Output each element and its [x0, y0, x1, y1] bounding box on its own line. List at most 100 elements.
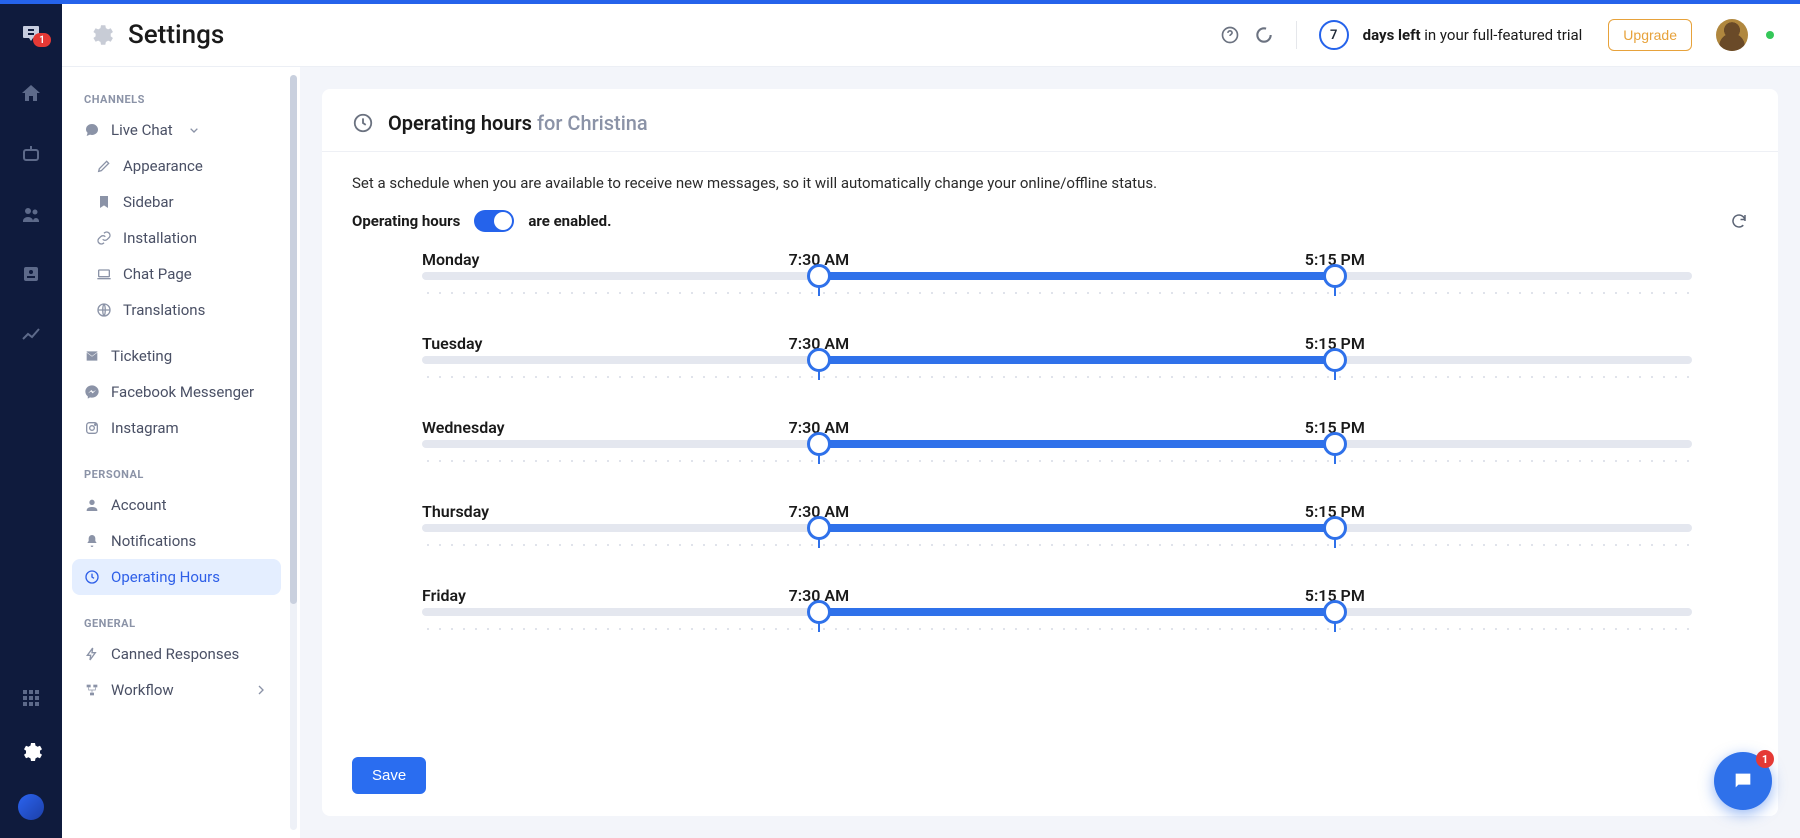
save-button[interactable]: Save: [352, 757, 426, 794]
sidebar-item-label: Account: [111, 496, 167, 514]
slider-handle-start[interactable]: [807, 264, 831, 288]
toggle-suffix: are enabled.: [528, 212, 611, 230]
clock-icon: [84, 569, 100, 585]
status-indicator: [1766, 31, 1774, 39]
sidebar-item-chat-page[interactable]: Chat Page: [72, 256, 281, 292]
brand-logo[interactable]: [18, 794, 44, 820]
globe-icon: [96, 302, 112, 318]
day-row: Friday 7:30 AM 5:15 PM: [422, 586, 1692, 632]
analytics-icon[interactable]: [19, 322, 43, 346]
sidebar-item-appearance[interactable]: Appearance: [72, 148, 281, 184]
schedule: Monday 7:30 AM 5:15 PM Tuesday 7:30 AM 5…: [352, 242, 1748, 632]
instagram-icon: [84, 420, 100, 436]
sidebar-item-label: Operating Hours: [111, 568, 220, 586]
messenger-icon: [84, 384, 100, 400]
slider-handle-end[interactable]: [1323, 600, 1347, 624]
time-slider[interactable]: [422, 524, 1692, 532]
toggle-label: Operating hours: [352, 212, 460, 230]
id-icon[interactable]: [19, 262, 43, 286]
card-description: Set a schedule when you are available to…: [352, 174, 1748, 192]
sidebar-item-label: Facebook Messenger: [111, 383, 254, 401]
time-slider[interactable]: [422, 272, 1692, 280]
gear-icon: [88, 22, 114, 48]
chat-fab[interactable]: 1: [1714, 752, 1772, 810]
day-row: Tuesday 7:30 AM 5:15 PM: [422, 334, 1692, 380]
home-icon[interactable]: [19, 82, 43, 106]
laptop-icon: [96, 266, 112, 282]
day-name: Friday: [422, 586, 466, 605]
app-root: 1: [0, 4, 1800, 838]
card-header: Operating hours for Christina: [322, 89, 1778, 152]
sidebar-item-installation[interactable]: Installation: [72, 220, 281, 256]
slider-ticks: [422, 622, 1692, 632]
sidebar-head-personal: PERSONAL: [72, 460, 281, 487]
help-icon[interactable]: [1220, 25, 1240, 45]
refresh-icon[interactable]: [1730, 212, 1748, 230]
sidebar-item-label: Workflow: [111, 681, 174, 699]
apps-icon[interactable]: [19, 686, 43, 710]
sidebar-item-workflow[interactable]: Workflow: [72, 672, 281, 708]
day-row: Monday 7:30 AM 5:15 PM: [422, 250, 1692, 296]
content: Operating hours for Christina Set a sche…: [300, 67, 1800, 838]
upgrade-button[interactable]: Upgrade: [1608, 19, 1692, 51]
slider-handle-start[interactable]: [807, 432, 831, 456]
sidebar-item-label: Installation: [123, 229, 197, 247]
bookmark-icon: [96, 194, 112, 210]
contacts-icon[interactable]: [19, 202, 43, 226]
slider-handle-start[interactable]: [807, 516, 831, 540]
slider-handle-start[interactable]: [807, 600, 831, 624]
bolt-icon: [84, 646, 100, 662]
day-row: Thursday 7:30 AM 5:15 PM: [422, 502, 1692, 548]
sidebar-item-label: Canned Responses: [111, 645, 239, 663]
slider-ticks: [422, 538, 1692, 548]
toggle-operating-hours[interactable]: [474, 210, 514, 232]
sidebar-item-canned[interactable]: Canned Responses: [72, 636, 281, 672]
bot-icon[interactable]: [19, 142, 43, 166]
sidebar-item-facebook[interactable]: Facebook Messenger: [72, 374, 281, 410]
inbox-badge: 1: [33, 33, 51, 47]
card-title: Operating hours for Christina: [388, 111, 648, 135]
day-name: Tuesday: [422, 334, 482, 353]
slider-handle-start[interactable]: [807, 348, 831, 372]
time-slider[interactable]: [422, 356, 1692, 364]
sidebar-item-operating-hours[interactable]: Operating Hours: [72, 559, 281, 595]
page-title: Settings: [128, 20, 224, 50]
time-slider[interactable]: [422, 440, 1692, 448]
trial-days-badge: 7: [1319, 20, 1349, 50]
avatar[interactable]: [1716, 19, 1748, 51]
sidebar-item-live-chat[interactable]: Live Chat: [72, 112, 281, 148]
fab-badge: 1: [1756, 750, 1774, 768]
sidebar-item-notifications[interactable]: Notifications: [72, 523, 281, 559]
slider-ticks: [422, 370, 1692, 380]
sidebar-head-general: GENERAL: [72, 609, 281, 636]
loading-icon[interactable]: [1254, 25, 1274, 45]
day-row: Wednesday 7:30 AM 5:15 PM: [422, 418, 1692, 464]
mail-icon: [84, 348, 100, 364]
sidebar-item-translations[interactable]: Translations: [72, 292, 281, 328]
sidebar-scrollbar[interactable]: [290, 75, 297, 830]
nav-rail: 1: [0, 4, 62, 838]
sidebar-item-label: Appearance: [123, 157, 203, 175]
slider-handle-end[interactable]: [1323, 264, 1347, 288]
slider-handle-end[interactable]: [1323, 516, 1347, 540]
slider-ticks: [422, 286, 1692, 296]
header: Settings 7 days left in your full-featur…: [62, 4, 1800, 67]
sidebar-item-label: Ticketing: [111, 347, 172, 365]
sidebar-item-instagram[interactable]: Instagram: [72, 410, 281, 446]
sidebar-item-ticketing[interactable]: Ticketing: [72, 338, 281, 374]
header-divider: [1296, 21, 1297, 49]
workflow-icon: [84, 682, 100, 698]
sidebar-item-sidebar[interactable]: Sidebar: [72, 184, 281, 220]
pencil-icon: [96, 158, 112, 174]
time-slider[interactable]: [422, 608, 1692, 616]
sidebar-item-account[interactable]: Account: [72, 487, 281, 523]
slider-handle-end[interactable]: [1323, 348, 1347, 372]
sidebar-item-label: Live Chat: [111, 121, 173, 139]
settings-icon[interactable]: [19, 740, 43, 764]
day-name: Monday: [422, 250, 479, 269]
chat-bubble-icon: [84, 122, 100, 138]
slider-handle-end[interactable]: [1323, 432, 1347, 456]
chevron-right-icon: [253, 682, 269, 698]
inbox-icon[interactable]: 1: [19, 22, 43, 46]
day-name: Wednesday: [422, 418, 505, 437]
